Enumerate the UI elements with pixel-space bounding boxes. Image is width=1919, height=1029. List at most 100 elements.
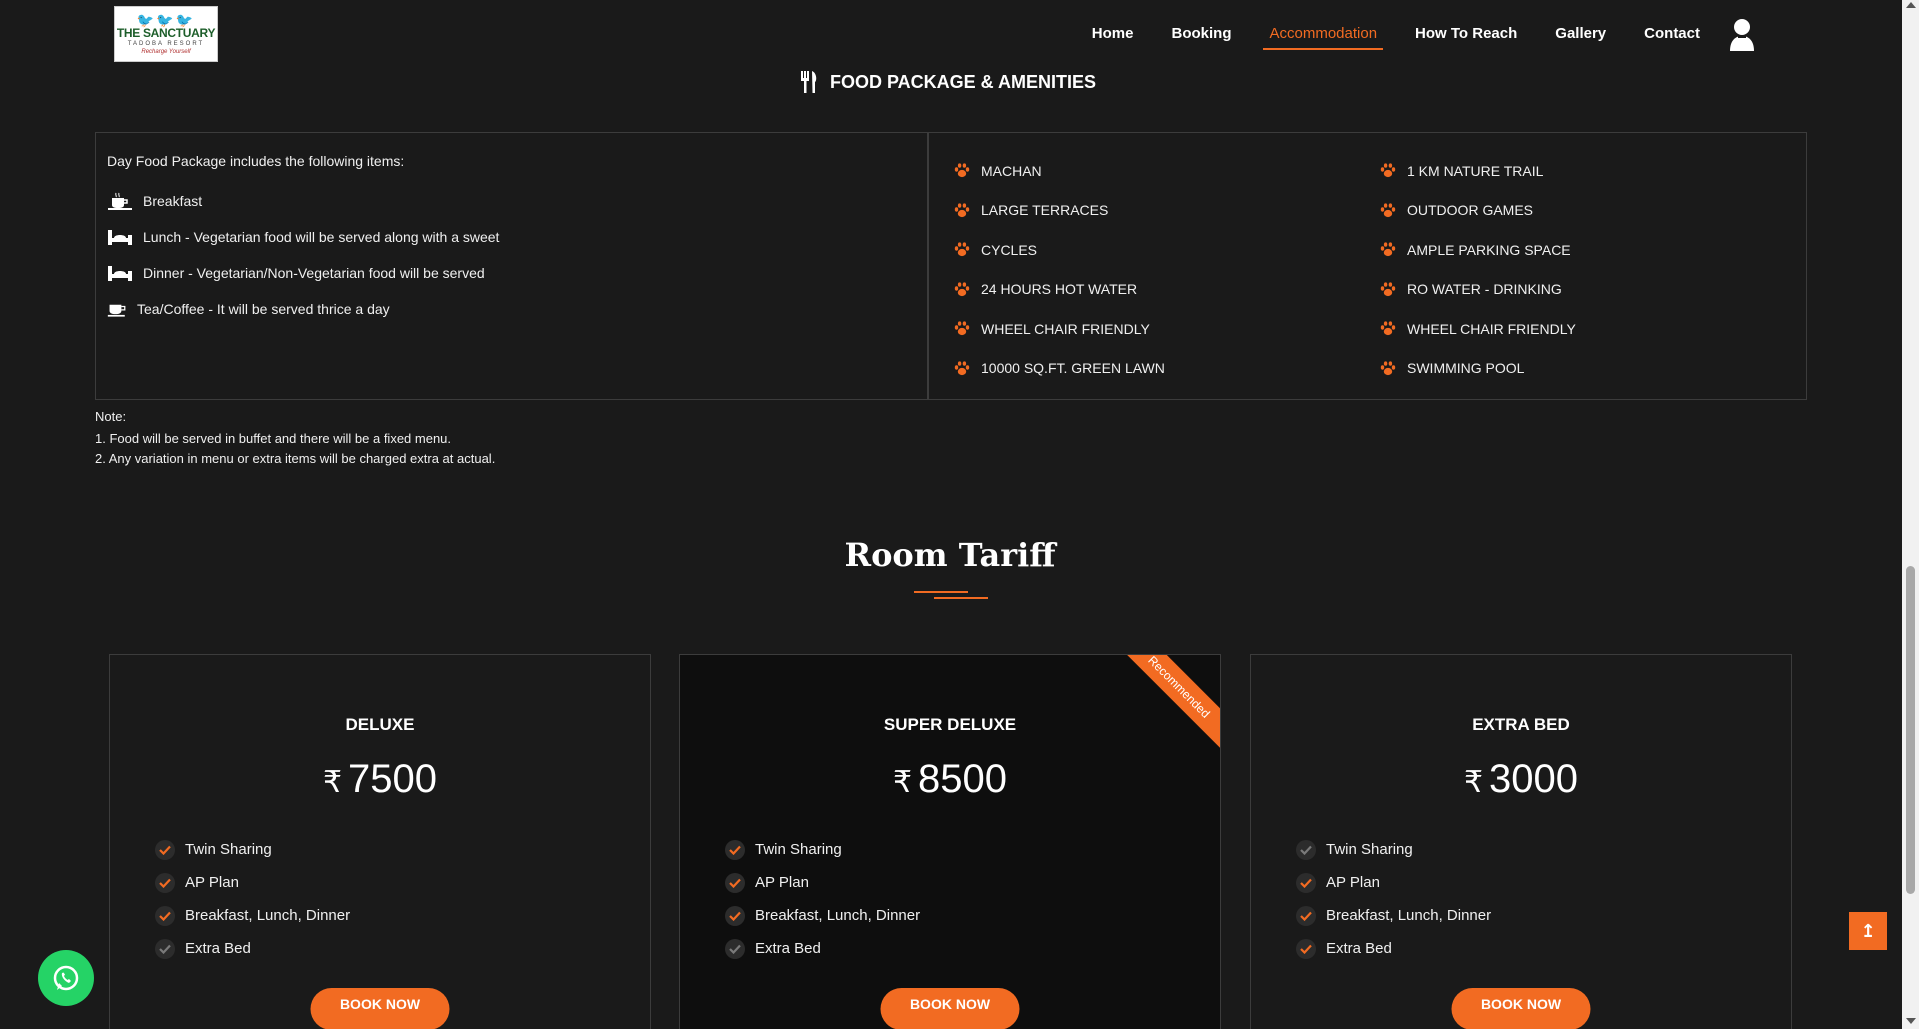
- feature-label: AP Plan: [185, 874, 239, 891]
- feature-list: Twin Sharing AP Plan Breakfast, Lunch, Din…: [1296, 833, 1491, 965]
- amenity-item: RO WATER - DRINKING: [1380, 270, 1806, 310]
- feature-item: AP Plan: [1296, 866, 1491, 899]
- amenity-item: OUTDOOR GAMES: [1380, 191, 1806, 231]
- price-value: 8500: [918, 757, 1008, 801]
- scroll-thumb[interactable]: [1906, 566, 1915, 894]
- feature-label: Breakfast, Lunch, Dinner: [185, 907, 351, 924]
- meal-icon: [108, 266, 132, 281]
- tariff-card-extra-bed: EXTRA BED ₹3000 Twin Sharing AP Plan Break…: [1250, 654, 1792, 1029]
- amenity-item: WHEEL CHAIR FRIENDLY: [954, 309, 1380, 349]
- food-item-label: Tea/Coffee - It will be served thrice a …: [137, 301, 390, 317]
- food-title-text: FOOD PACKAGE & AMENITIES: [830, 71, 1097, 92]
- paw-icon: [954, 163, 970, 178]
- amenity-label: 24 HOURS HOT WATER: [981, 281, 1138, 298]
- note-line: 1. Food will be served in buffet and the…: [95, 431, 452, 446]
- book-now-button[interactable]: BOOK NOW: [1451, 988, 1591, 1029]
- amenity-label: CYCLES: [981, 241, 1038, 258]
- fork-knife-icon: [801, 71, 817, 93]
- food-item-label: Lunch - Vegetarian food will be served a…: [143, 229, 500, 245]
- feature-label: Extra Bed: [1326, 940, 1392, 957]
- food-item: Tea/Coffee - It will be served thrice a …: [107, 291, 927, 327]
- scroll-to-top-button[interactable]: ↥: [1849, 912, 1887, 950]
- feature-item: Extra Bed: [725, 932, 920, 965]
- feature-label: AP Plan: [755, 874, 809, 891]
- amenity-item: MACHAN: [954, 151, 1380, 191]
- food-package-panel: Day Food Package includes the following …: [96, 133, 929, 399]
- check-icon: [1296, 839, 1316, 860]
- feature-item: Extra Bed: [155, 932, 350, 965]
- feature-label: Twin Sharing: [755, 841, 842, 858]
- amenity-item: 1 KM NATURE TRAIL: [1380, 151, 1806, 191]
- book-now-button[interactable]: BOOK NOW: [310, 988, 450, 1029]
- page-scrollbar[interactable]: [1902, 0, 1919, 1029]
- nav-home[interactable]: Home: [1086, 21, 1140, 50]
- card-name: EXTRA BED: [1472, 715, 1570, 734]
- feature-item: Twin Sharing: [155, 833, 350, 866]
- tariff-title: Room Tariff: [844, 536, 1056, 574]
- logo-title: THE SANCTUARY: [116, 25, 216, 40]
- food-item: Breakfast: [107, 183, 927, 219]
- check-icon: [1296, 905, 1316, 926]
- recommended-ribbon: Recommended: [1116, 655, 1220, 750]
- coffee-cup-icon: [107, 304, 126, 317]
- amenity-item: WHEEL CHAIR FRIENDLY: [1380, 309, 1806, 349]
- food-amenities-box: Day Food Package includes the following …: [95, 132, 1807, 400]
- logo-subtitle: TADOBA RESORT: [127, 40, 205, 47]
- amenity-item: AMPLE PARKING SPACE: [1380, 230, 1806, 270]
- nav-accommodation[interactable]: Accommodation: [1263, 21, 1383, 50]
- card-name: SUPER DELUXE: [883, 715, 1017, 734]
- scroll-down-arrow[interactable]: [1906, 1018, 1916, 1024]
- food-item: Dinner - Vegetarian/Non-Vegetarian food …: [107, 255, 927, 291]
- nav-booking[interactable]: Booking: [1165, 21, 1237, 50]
- paw-icon: [954, 282, 970, 296]
- feature-label: Breakfast, Lunch, Dinner: [1326, 907, 1492, 924]
- book-now-button[interactable]: BOOK NOW: [880, 988, 1020, 1029]
- paw-icon: [1380, 163, 1396, 178]
- feature-label: Breakfast, Lunch, Dinner: [755, 907, 921, 924]
- feature-label: Extra Bed: [755, 940, 821, 957]
- check-icon: [155, 872, 175, 893]
- note-heading: Note:: [95, 409, 127, 424]
- tariff-card-super-deluxe: Recommended SUPER DELUXE ₹8500 Twin Shar…: [679, 654, 1221, 1029]
- feature-list: Twin Sharing AP Plan Breakfast, Lunch, Din…: [155, 833, 350, 965]
- nav-how-to-reach[interactable]: How To Reach: [1409, 21, 1523, 50]
- paw-icon: [1380, 242, 1396, 257]
- breakfast-icon: [108, 192, 132, 210]
- main-nav: Home Booking Accommodation How To Reach …: [1060, 18, 1756, 52]
- food-section-title: FOOD PACKAGE & AMENITIES: [800, 70, 1096, 94]
- paw-icon: [1380, 203, 1396, 217]
- amenity-label: OUTDOOR GAMES: [1407, 202, 1534, 219]
- card-price: ₹7500: [110, 757, 650, 802]
- nav-gallery[interactable]: Gallery: [1549, 21, 1612, 50]
- check-icon: [1296, 872, 1316, 893]
- feature-item: Twin Sharing: [725, 833, 920, 866]
- check-icon: [725, 905, 745, 926]
- meal-icon: [108, 230, 132, 245]
- nav-contact[interactable]: Contact: [1638, 21, 1706, 50]
- rupee-icon: ₹: [892, 766, 913, 799]
- scroll-up-arrow[interactable]: [1906, 2, 1916, 8]
- amenity-item: CYCLES: [954, 230, 1380, 270]
- check-icon: [155, 905, 175, 926]
- user-icon[interactable]: [1728, 18, 1756, 52]
- whatsapp-icon: [53, 965, 79, 991]
- amenity-label: MACHAN: [981, 162, 1042, 179]
- paw-icon: [1380, 361, 1396, 375]
- amenity-item: 10000 SQ.FT. GREEN LAWN: [954, 349, 1380, 389]
- paw-icon: [954, 361, 970, 375]
- feature-label: Twin Sharing: [1326, 841, 1413, 858]
- navbar: 🐦🐦🐦 THE SANCTUARY TADOBA RESORT Recharge…: [0, 0, 1900, 68]
- check-icon: [725, 938, 745, 959]
- feature-item: Extra Bed: [1296, 932, 1491, 965]
- amenity-label: RO WATER - DRINKING: [1407, 281, 1562, 298]
- whatsapp-button[interactable]: [38, 950, 94, 1006]
- food-intro: Day Food Package includes the following …: [107, 153, 405, 169]
- feature-list: Twin Sharing AP Plan Breakfast, Lunch, Din…: [725, 833, 920, 965]
- amenity-label: AMPLE PARKING SPACE: [1407, 241, 1571, 258]
- feature-label: Extra Bed: [185, 940, 251, 957]
- title-divider: [934, 597, 988, 599]
- amenity-item: LARGE TERRACES: [954, 191, 1380, 231]
- check-icon: [725, 872, 745, 893]
- check-icon: [725, 839, 745, 860]
- resort-logo[interactable]: 🐦🐦🐦 THE SANCTUARY TADOBA RESORT Recharge…: [114, 6, 218, 62]
